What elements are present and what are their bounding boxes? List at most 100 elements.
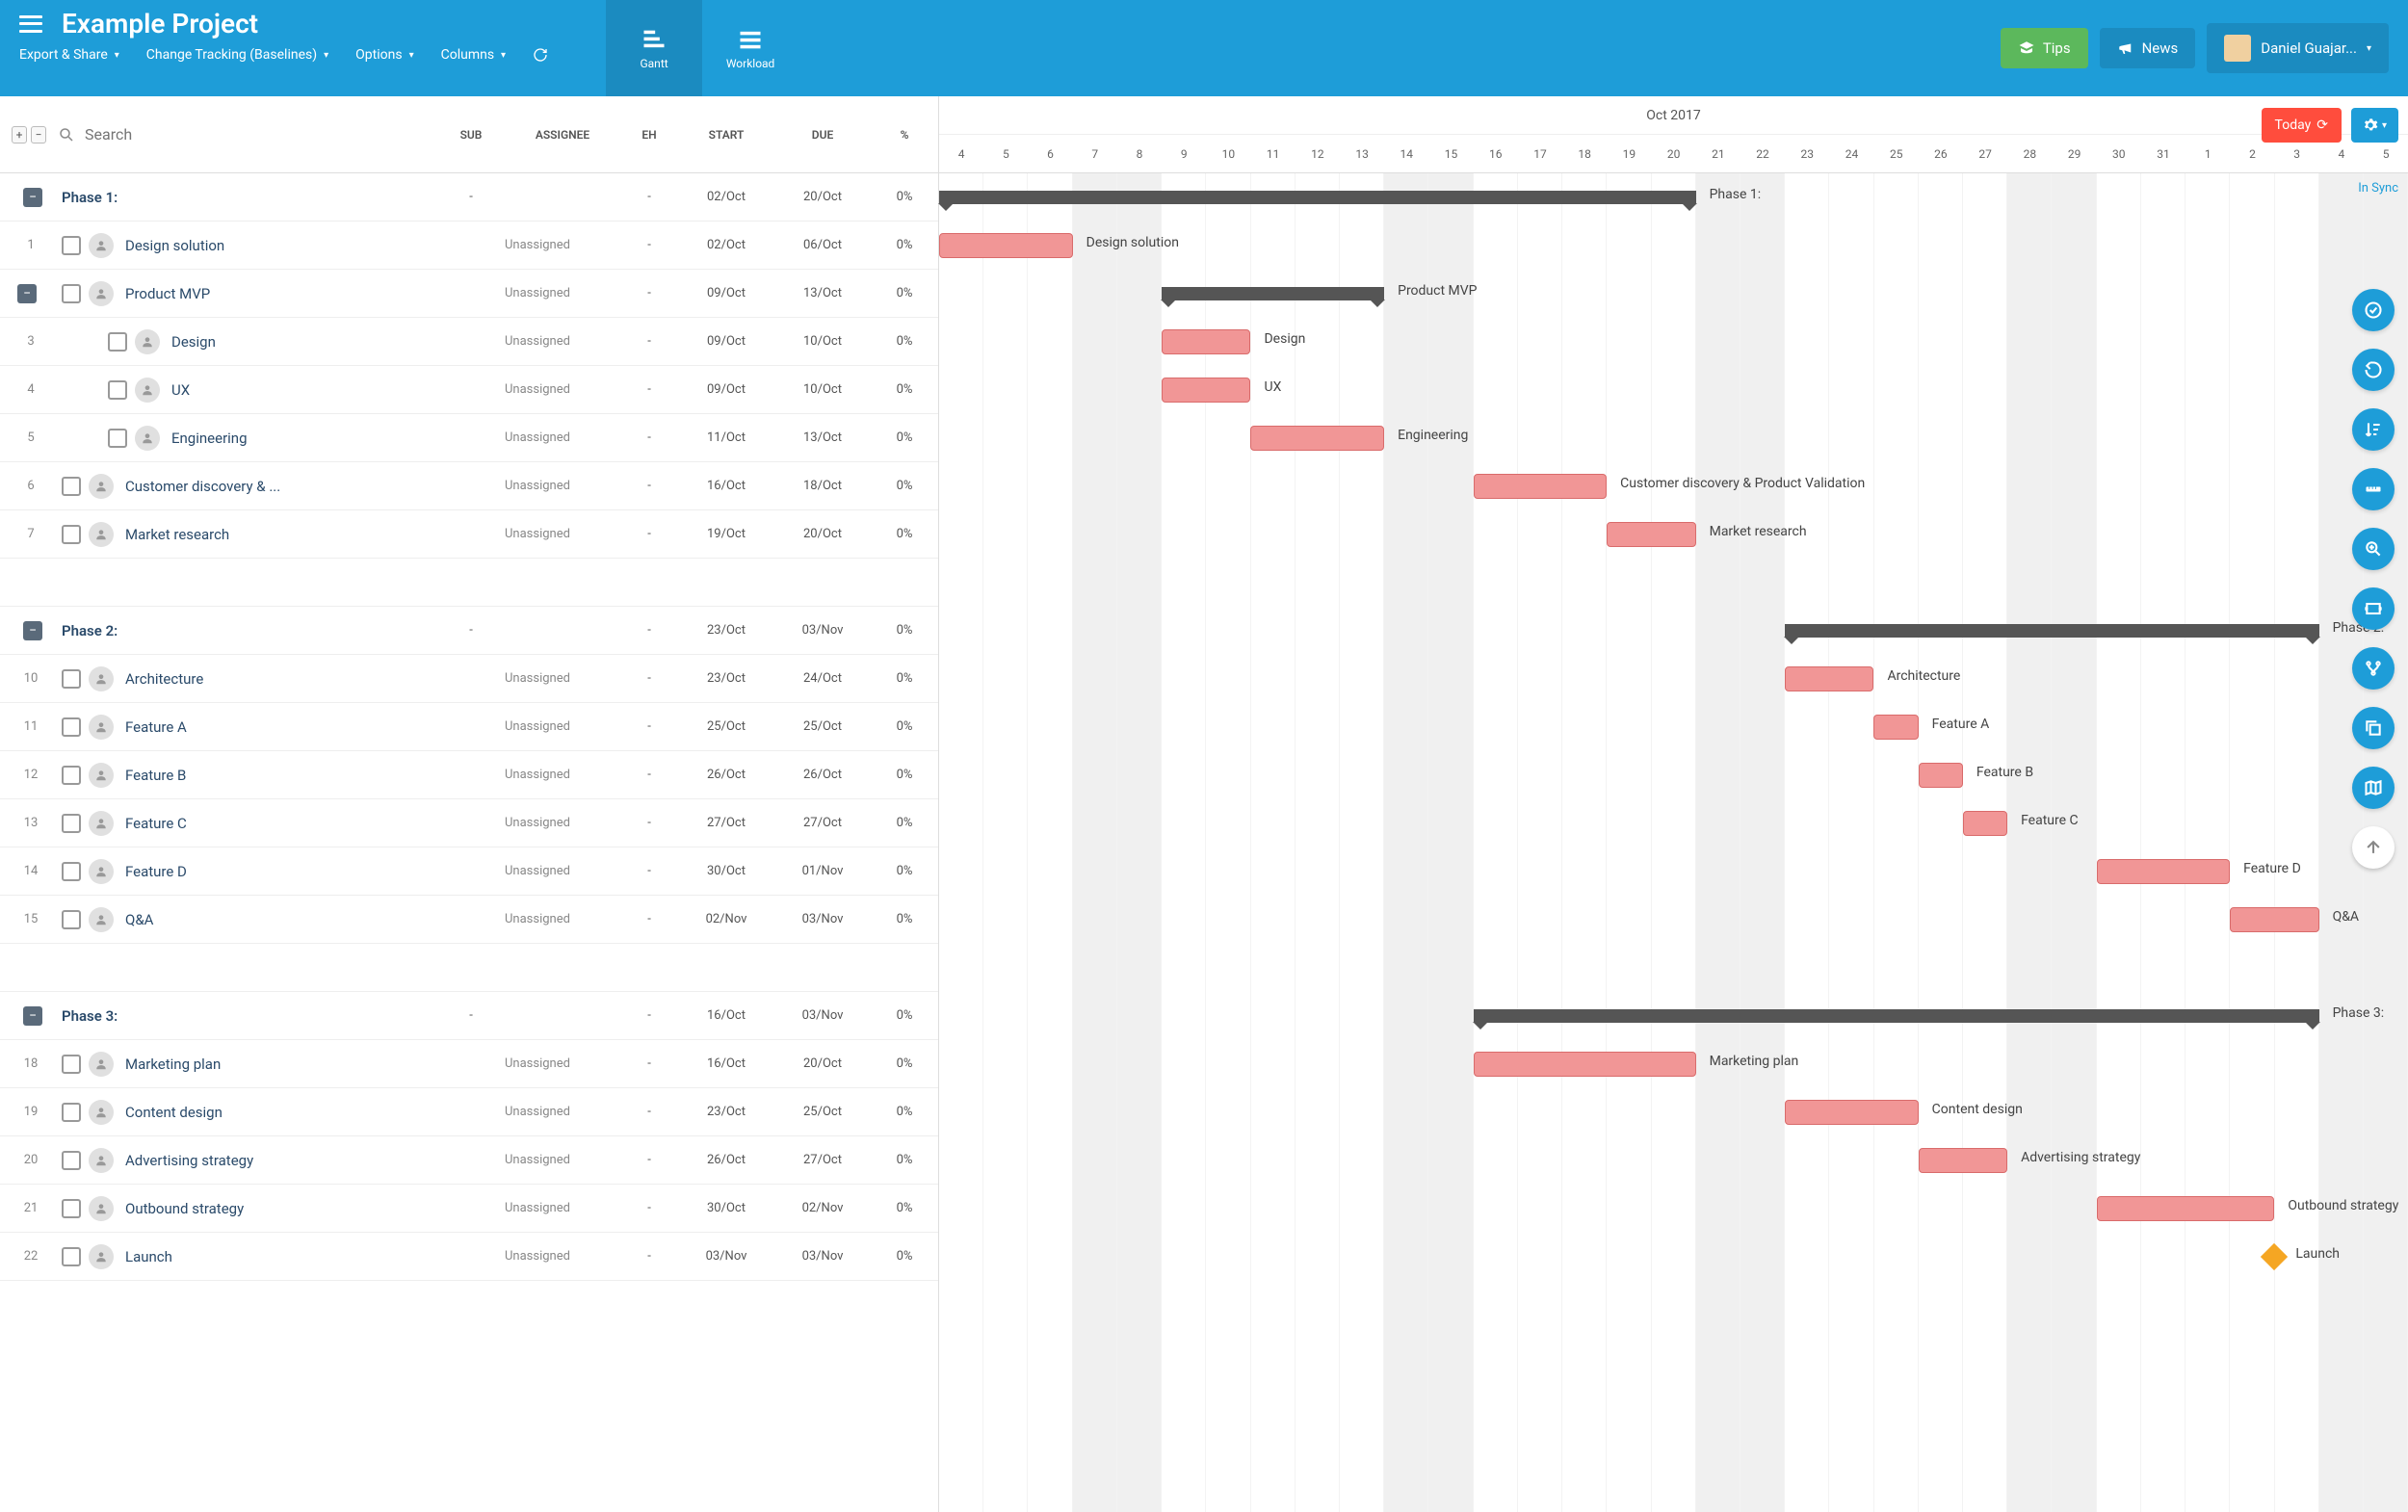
gantt-row[interactable]: Advertising strategy — [939, 1136, 2408, 1185]
task-row[interactable]: −Product MVPUnassigned-09/Oct13/Oct0% — [0, 270, 938, 318]
collapse-icon[interactable]: − — [23, 188, 42, 207]
summary-bar[interactable] — [1785, 624, 2319, 638]
task-checkbox[interactable] — [62, 284, 81, 303]
gantt-row[interactable]: Architecture — [939, 655, 2408, 703]
col-due[interactable]: DUE — [774, 128, 871, 142]
menu-icon[interactable] — [19, 15, 42, 33]
task-row[interactable]: 11Feature AUnassigned-25/Oct25/Oct0% — [0, 703, 938, 751]
gantt-row[interactable]: Phase 3: — [939, 992, 2408, 1040]
assignee-icon[interactable] — [89, 1100, 114, 1125]
task-row[interactable]: 6Customer discovery & ...Unassigned-16/O… — [0, 462, 938, 510]
task-checkbox[interactable] — [62, 910, 81, 929]
gantt-row[interactable]: UX — [939, 366, 2408, 414]
task-row[interactable]: 19Content designUnassigned-23/Oct25/Oct0… — [0, 1088, 938, 1136]
assignee-icon[interactable] — [89, 1052, 114, 1077]
gantt-row[interactable]: Phase 1: — [939, 173, 2408, 222]
milestone-icon[interactable] — [2261, 1243, 2288, 1270]
task-bar[interactable] — [1474, 474, 1608, 499]
task-checkbox[interactable] — [62, 1055, 81, 1074]
task-checkbox[interactable] — [62, 1151, 81, 1170]
task-checkbox[interactable] — [62, 669, 81, 689]
summary-bar[interactable] — [1162, 287, 1384, 300]
gantt-row[interactable]: Launch — [939, 1233, 2408, 1281]
check-circle-button[interactable] — [2352, 289, 2395, 331]
ruler-button[interactable] — [2352, 468, 2395, 510]
undo-button[interactable] — [2352, 349, 2395, 391]
gantt-row[interactable]: Market research — [939, 510, 2408, 559]
assignee-icon[interactable] — [89, 1148, 114, 1173]
sort-button[interactable] — [2352, 408, 2395, 451]
task-row[interactable]: 12Feature BUnassigned-26/Oct26/Oct0% — [0, 751, 938, 799]
task-checkbox[interactable] — [62, 1103, 81, 1122]
gantt-row[interactable]: Feature A — [939, 703, 2408, 751]
task-checkbox[interactable] — [108, 380, 127, 400]
gantt-row[interactable]: Q&A — [939, 896, 2408, 944]
assignee-icon[interactable] — [89, 666, 114, 691]
search-input[interactable] — [85, 125, 437, 143]
user-menu-button[interactable]: Daniel Guajar... ▾ — [2207, 23, 2389, 73]
settings-button[interactable]: ▾ — [2351, 108, 2398, 143]
task-bar[interactable] — [1162, 378, 1250, 403]
gantt-row[interactable]: Phase 2: — [939, 607, 2408, 655]
phase-row[interactable]: −Phase 3:--16/Oct03/Nov0% — [0, 992, 938, 1040]
task-checkbox[interactable] — [62, 766, 81, 785]
assignee-icon[interactable] — [89, 233, 114, 258]
col-pct[interactable]: % — [871, 128, 938, 142]
task-bar[interactable] — [1474, 1052, 1696, 1077]
task-row[interactable]: 4UXUnassigned-09/Oct10/Oct0% — [0, 366, 938, 414]
task-row[interactable]: 10ArchitectureUnassigned-23/Oct24/Oct0% — [0, 655, 938, 703]
task-row[interactable]: 13Feature CUnassigned-27/Oct27/Oct0% — [0, 799, 938, 847]
export-share-menu[interactable]: Export & Share — [19, 47, 119, 63]
task-row[interactable]: 1Design solutionUnassigned-02/Oct06/Oct0… — [0, 222, 938, 270]
collapse-icon[interactable]: − — [23, 1006, 42, 1026]
task-row[interactable]: 18Marketing planUnassigned-16/Oct20/Oct0… — [0, 1040, 938, 1088]
task-row[interactable]: 5EngineeringUnassigned-11/Oct13/Oct0% — [0, 414, 938, 462]
task-checkbox[interactable] — [62, 525, 81, 544]
assignee-icon[interactable] — [89, 474, 114, 499]
task-bar[interactable] — [1785, 666, 1873, 691]
task-row[interactable]: 22LaunchUnassigned-03/Nov03/Nov0% — [0, 1233, 938, 1281]
task-bar[interactable] — [1873, 715, 1918, 740]
task-checkbox[interactable] — [62, 717, 81, 737]
task-bar[interactable] — [1919, 763, 1963, 788]
workload-view-button[interactable]: Workload — [702, 0, 798, 96]
assignee-icon[interactable] — [135, 378, 160, 403]
assignee-icon[interactable] — [89, 907, 114, 932]
assignee-icon[interactable] — [89, 1244, 114, 1269]
gantt-row[interactable]: Engineering — [939, 414, 2408, 462]
collapse-all-button[interactable]: − — [31, 126, 46, 143]
task-checkbox[interactable] — [62, 862, 81, 881]
task-row[interactable]: 15Q&AUnassigned-02/Nov03/Nov0% — [0, 896, 938, 944]
assignee-icon[interactable] — [89, 811, 114, 836]
assignee-icon[interactable] — [89, 715, 114, 740]
task-row[interactable]: 21Outbound strategyUnassigned-30/Oct02/N… — [0, 1185, 938, 1233]
task-bar[interactable] — [1250, 426, 1384, 451]
task-row[interactable]: 20Advertising strategyUnassigned-26/Oct2… — [0, 1136, 938, 1185]
gantt-view-button[interactable]: Gantt — [606, 0, 702, 96]
task-bar[interactable] — [939, 233, 1073, 258]
col-eh[interactable]: EH — [620, 128, 678, 142]
change-tracking-menu[interactable]: Change Tracking (Baselines) — [146, 47, 328, 63]
map-button[interactable] — [2352, 767, 2395, 809]
task-bar[interactable] — [1919, 1148, 2007, 1173]
assignee-icon[interactable] — [89, 1196, 114, 1221]
today-button[interactable]: Today⟳ — [2262, 108, 2342, 143]
phase-row[interactable]: −Phase 1:--02/Oct20/Oct0% — [0, 173, 938, 222]
task-checkbox[interactable] — [62, 1199, 81, 1218]
gantt-row[interactable]: Marketing plan — [939, 1040, 2408, 1088]
task-bar[interactable] — [2097, 1196, 2275, 1221]
zoom-button[interactable] — [2352, 528, 2395, 570]
task-bar[interactable] — [1162, 329, 1250, 354]
gantt-row[interactable]: Design — [939, 318, 2408, 366]
tips-button[interactable]: Tips — [2001, 28, 2088, 68]
task-checkbox[interactable] — [108, 332, 127, 352]
col-start[interactable]: START — [678, 128, 774, 142]
gantt-row[interactable]: Customer discovery & Product Validation — [939, 462, 2408, 510]
task-checkbox[interactable] — [108, 429, 127, 448]
assignee-icon[interactable] — [135, 426, 160, 451]
gantt-row[interactable]: Outbound strategy — [939, 1185, 2408, 1233]
summary-bar[interactable] — [939, 191, 1696, 204]
task-bar[interactable] — [1607, 522, 1695, 547]
gantt-row[interactable]: Feature C — [939, 799, 2408, 847]
gantt-chart[interactable]: Phase 1:Design solutionProduct MVPDesign… — [939, 173, 2408, 1512]
